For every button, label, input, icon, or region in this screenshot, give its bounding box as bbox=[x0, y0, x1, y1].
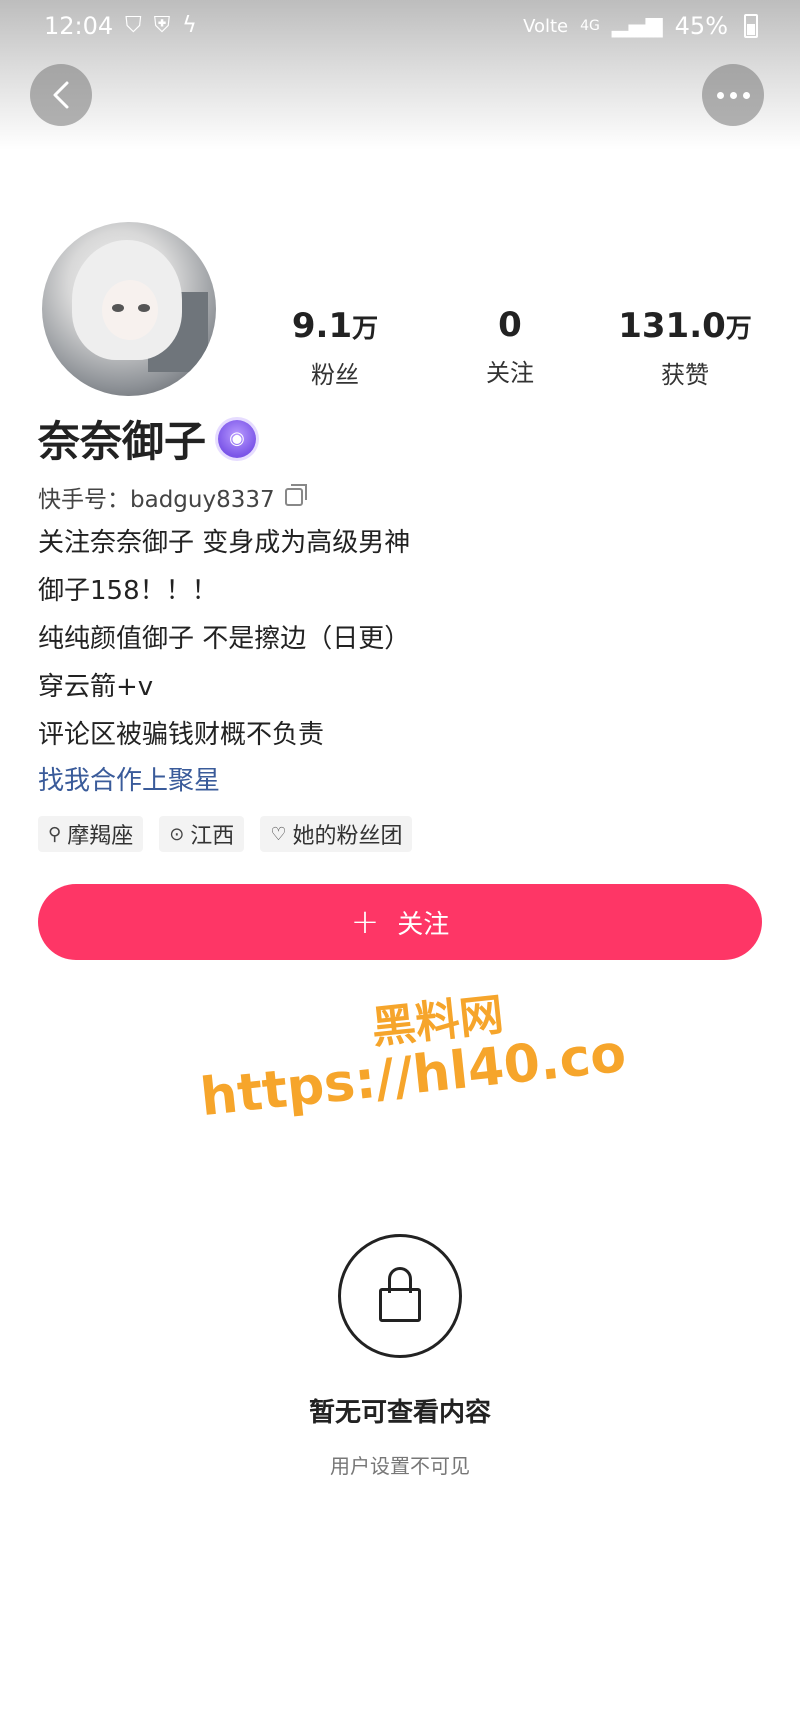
plus-icon: + bbox=[350, 902, 380, 942]
tag-location[interactable]: ⊙ 江西 bbox=[159, 816, 245, 852]
tag-location-label: 江西 bbox=[190, 824, 235, 849]
tag-fan-club[interactable]: ♡ 她的粉丝团 bbox=[260, 816, 413, 852]
stat-likes-value: 131.0 bbox=[618, 306, 726, 346]
bolt-icon: ϟ bbox=[182, 13, 197, 38]
stat-likes-label: 获赞 bbox=[661, 361, 709, 389]
profile-name-row: 奈奈御子 ◉ bbox=[38, 408, 257, 469]
tag-zodiac-label: 摩羯座 bbox=[67, 824, 134, 849]
bio-line: 穿云箭+v bbox=[38, 672, 154, 702]
network-label: Volte bbox=[523, 15, 569, 37]
bio-line: 关注奈奈御子 变身成为高级男神 bbox=[38, 528, 411, 558]
kuaishou-id: 快手号：badguy8337 bbox=[38, 487, 275, 513]
status-bar: 12:04 ⛉ ⛨ ϟ Volte 4G ▂▄▆ 45% bbox=[0, 0, 800, 52]
copy-icon[interactable] bbox=[284, 484, 307, 506]
empty-state-subtitle: 用户设置不可见 bbox=[330, 1454, 470, 1478]
bio-line: 御子158！！！ bbox=[38, 576, 218, 606]
shield-icon: ⛨ bbox=[153, 13, 171, 38]
signal-label: 4G bbox=[580, 18, 600, 34]
stat-fans[interactable]: 9.1万 粉丝 bbox=[250, 308, 420, 390]
stat-following-label: 关注 bbox=[486, 359, 534, 387]
bio-line: 评论区被骗钱财概不负责 bbox=[38, 720, 325, 750]
profile-stats: 9.1万 粉丝 0 关注 131.0万 获赞 bbox=[250, 308, 770, 390]
lock-icon bbox=[338, 1234, 462, 1358]
shield-check-icon: ⛉ bbox=[125, 13, 142, 38]
profile-bio: 关注奈奈御子 变身成为高级男神 御子158！！！ 纯纯颜值御子 不是擦边（日更）… bbox=[38, 522, 410, 762]
follow-button-label: 关注 bbox=[397, 909, 450, 940]
stat-fans-unit: 万 bbox=[352, 314, 379, 344]
zodiac-icon: ⚲ bbox=[48, 823, 62, 845]
avatar[interactable] bbox=[42, 222, 216, 396]
tag-zodiac[interactable]: ⚲ 摩羯座 bbox=[38, 816, 144, 852]
status-left: 12:04 ⛉ ⛨ ϟ bbox=[44, 12, 197, 40]
signal-icon: ▂▄▆ bbox=[611, 13, 663, 38]
cooperation-link[interactable]: 找我合作上聚星 bbox=[38, 760, 220, 797]
battery-icon bbox=[744, 14, 758, 38]
stat-following-value: 0 bbox=[498, 305, 522, 345]
status-time: 12:04 bbox=[44, 12, 114, 40]
location-icon: ⊙ bbox=[169, 823, 185, 845]
status-right: Volte 4G ▂▄▆ 45% bbox=[523, 12, 758, 40]
profile-name: 奈奈御子 bbox=[38, 417, 207, 466]
stat-likes-unit: 万 bbox=[725, 314, 752, 344]
heart-icon: ♡ bbox=[270, 823, 287, 845]
stat-fans-label: 粉丝 bbox=[311, 361, 359, 389]
watermark: 黑料网 https://hl40.co bbox=[198, 963, 655, 1128]
back-button[interactable] bbox=[30, 64, 92, 126]
battery-percent: 45% bbox=[674, 12, 728, 40]
more-icon bbox=[716, 91, 750, 99]
profile-tags: ⚲ 摩羯座 ⊙ 江西 ♡ 她的粉丝团 bbox=[38, 816, 413, 852]
follow-button[interactable]: + 关注 bbox=[38, 884, 762, 960]
stat-following[interactable]: 0 关注 bbox=[425, 308, 595, 390]
kuaishou-id-row: 快手号：badguy8337 bbox=[38, 480, 307, 514]
stat-fans-value: 9.1 bbox=[291, 306, 353, 346]
bio-line: 纯纯颜值御子 不是擦边（日更） bbox=[38, 624, 411, 654]
stat-likes[interactable]: 131.0万 获赞 bbox=[600, 308, 770, 390]
empty-state-title: 暂无可查看内容 bbox=[308, 1398, 491, 1428]
more-button[interactable] bbox=[702, 64, 764, 126]
verified-badge-icon[interactable]: ◉ bbox=[218, 419, 257, 458]
tag-fan-club-label: 她的粉丝团 bbox=[292, 824, 403, 849]
back-icon bbox=[53, 81, 69, 109]
